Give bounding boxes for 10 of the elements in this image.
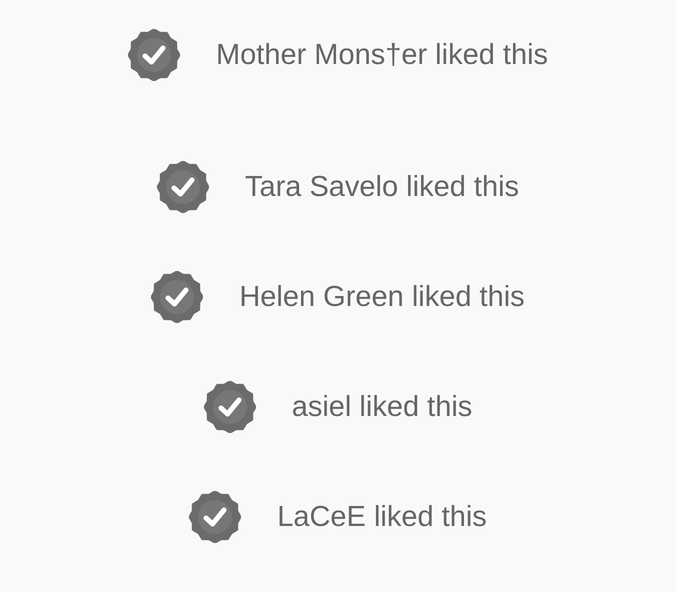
check-badge-icon	[128, 29, 180, 81]
like-notice: Mother Mons†er liked this	[216, 38, 548, 72]
check-badge-icon	[204, 381, 256, 433]
check-badge-icon	[156, 161, 209, 213]
check-badge-icon	[151, 271, 204, 323]
like-notice: asiel liked this	[292, 390, 472, 424]
like-notice: Tara Savelo liked this	[244, 170, 520, 204]
like-notice: LaCeE liked this	[277, 500, 487, 534]
like-notice: Helen Green liked this	[239, 280, 525, 314]
check-badge-icon	[189, 491, 242, 543]
